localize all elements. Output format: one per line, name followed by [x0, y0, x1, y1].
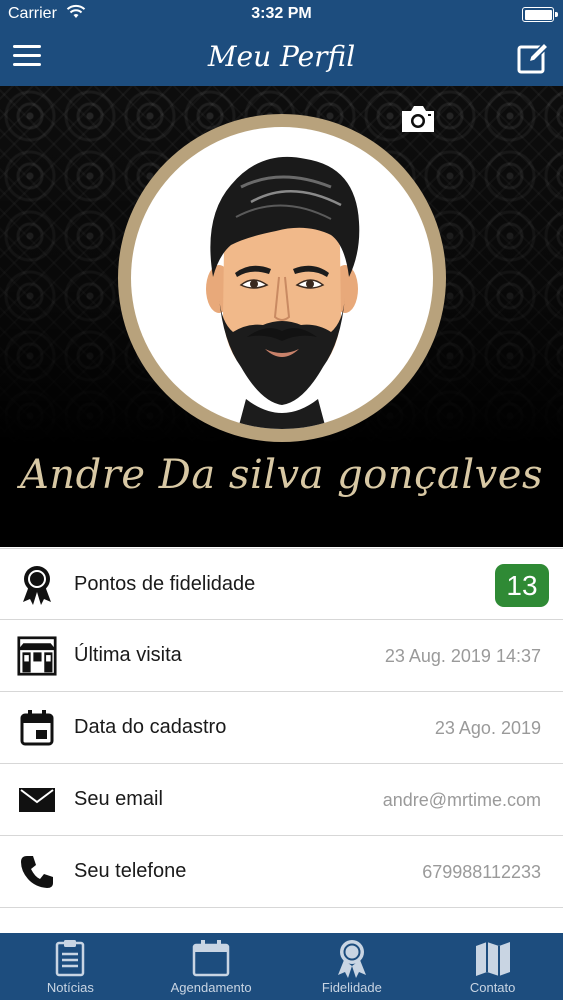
calendar-icon [191, 938, 231, 978]
storefront-icon [17, 634, 57, 678]
camera-icon[interactable] [399, 103, 437, 135]
tab-label: Contato [469, 980, 516, 995]
clipboard-icon [50, 938, 90, 978]
award-ribbon-icon [332, 938, 372, 978]
battery-icon [522, 7, 558, 22]
list-item-loyalty-points[interactable]: Pontos de fidelidade 13 [0, 548, 563, 620]
points-badge: 13 [495, 564, 549, 607]
tab-agendamento[interactable]: Agendamento [141, 933, 282, 1000]
envelope-icon [17, 778, 57, 822]
profile-info-list: Pontos de fidelidade 13 Última visita 23… [0, 548, 563, 908]
edit-pencil-icon[interactable] [515, 40, 551, 76]
tab-bar: Notícias Agendamento Fidelidade Contato [0, 933, 563, 1000]
map-icon [473, 938, 513, 978]
status-bar: Carrier 3:32 PM [0, 0, 563, 30]
tab-fidelidade[interactable]: Fidelidade [282, 933, 423, 1000]
calendar-icon [17, 706, 57, 750]
tab-label: Notícias [46, 980, 94, 995]
tab-contato[interactable]: Contato [422, 933, 563, 1000]
tab-label: Agendamento [170, 980, 252, 995]
award-ribbon-icon [17, 563, 57, 607]
list-item-email[interactable]: Seu email andre@mrtime.com [0, 764, 563, 836]
list-item-signup-date[interactable]: Data do cadastro 23 Ago. 2019 [0, 692, 563, 764]
email-value: andre@mrtime.com [382, 790, 541, 810]
profile-name: Andre Da silva gonçalves [20, 452, 543, 498]
phone-value: 679988112233 [422, 862, 541, 882]
phone-icon [17, 850, 57, 894]
status-time: 3:32 PM [251, 5, 312, 22]
row-label: Última visita [74, 644, 182, 666]
page-title: Meu Perfil [207, 40, 356, 73]
avatar-illustration [131, 127, 433, 429]
list-item-last-visit[interactable]: Última visita 23 Aug. 2019 14:37 [0, 620, 563, 692]
row-label: Seu telefone [74, 860, 187, 882]
last-visit-value: 23 Aug. 2019 14:37 [384, 646, 541, 666]
navigation-bar: Meu Perfil [0, 30, 563, 86]
tab-label: Fidelidade [321, 980, 382, 995]
row-label: Pontos de fidelidade [74, 573, 256, 595]
tab-noticias[interactable]: Notícias [0, 933, 141, 1000]
signup-date-value: 23 Ago. 2019 [434, 718, 541, 738]
row-label: Data do cadastro [74, 716, 227, 738]
profile-header: Andre Da silva gonçalves [0, 86, 563, 547]
list-item-phone[interactable]: Seu telefone 679988112233 [0, 836, 563, 908]
avatar[interactable] [118, 114, 446, 442]
row-label: Seu email [74, 788, 163, 810]
